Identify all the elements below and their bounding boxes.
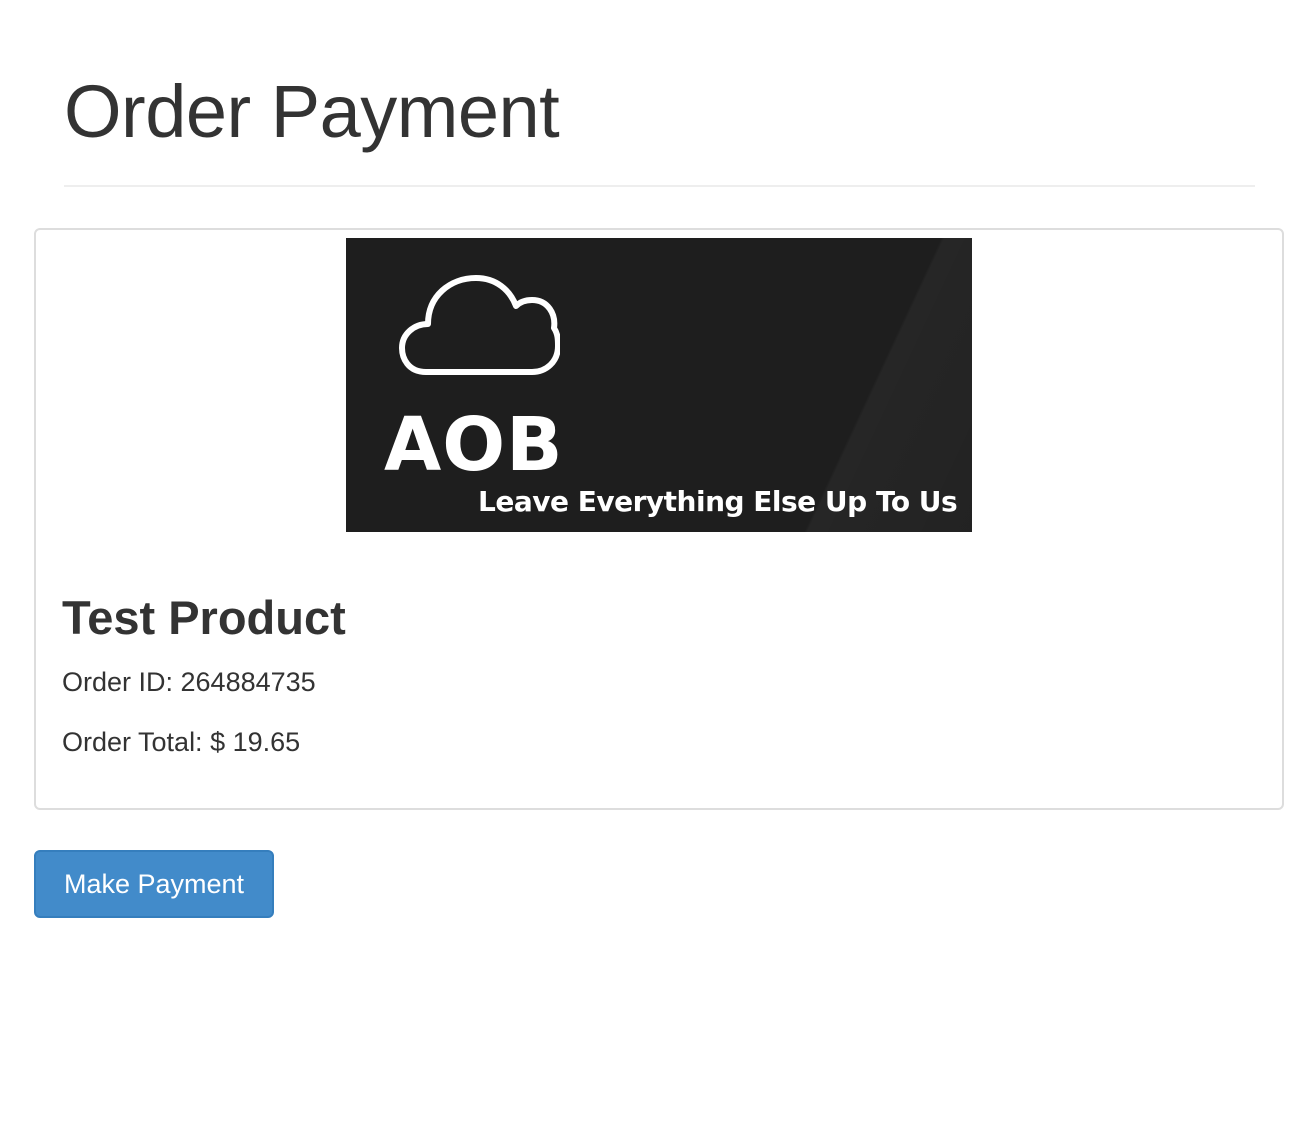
logo-tagline: Leave Everything Else Up To Us	[478, 485, 958, 518]
product-logo-image: AOB Leave Everything Else Up To Us	[346, 238, 972, 532]
page-title: Order Payment	[64, 70, 560, 153]
order-id: Order ID: 264884735	[62, 667, 316, 697]
page-header: Order Payment	[64, 70, 1255, 187]
cloud-icon	[399, 275, 560, 375]
product-panel: AOB Leave Everything Else Up To Us Test …	[34, 228, 1284, 810]
product-name: Test Product	[62, 591, 346, 644]
order-total: Order Total: $ 19.65	[62, 727, 301, 757]
logo-brand-text: AOB	[384, 402, 564, 488]
make-payment-button[interactable]: Make Payment	[34, 850, 274, 918]
